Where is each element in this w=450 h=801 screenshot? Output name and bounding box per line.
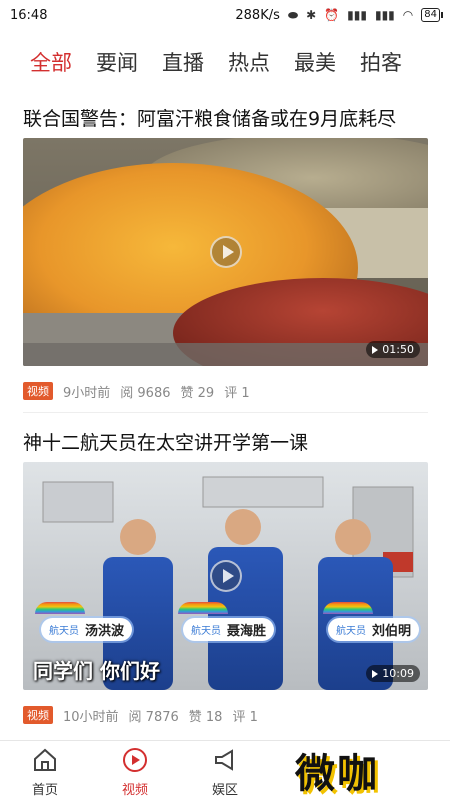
nav-video[interactable]: 视频 <box>105 747 165 798</box>
article-meta: 视频 10小时前 阅 7876 赞 18 评 1 <box>23 705 258 725</box>
video-duration: 01:50 <box>366 341 420 358</box>
video-thumbnail[interactable]: 航天员 汤洪波 航天员 聂海胜 航天员 刘伯明 同学们 你们好 10:09 <box>23 462 428 690</box>
time-ago: 9小时前 <box>63 385 111 401</box>
nav-entertainment[interactable]: 娱区 <box>195 747 255 798</box>
signal-icon: ▮▮▮ <box>347 8 367 22</box>
rainbow-graphic <box>178 602 228 614</box>
comment-count: 评 1 <box>232 709 258 725</box>
name-caption: 航天员 汤洪波 <box>41 618 133 641</box>
play-button[interactable] <box>210 560 242 592</box>
tab-all[interactable]: 全部 <box>30 47 72 77</box>
video-badge: 视频 <box>23 382 53 400</box>
tab-reporter[interactable]: 拍客 <box>360 47 402 77</box>
bluetooth-icon: ✱ <box>306 8 317 22</box>
article-title[interactable]: 神十二航天员在太空讲开学第一课 <box>23 428 308 455</box>
status-bar: 16:48 288K/s ⬬ ✱ ⏰ ▮▮▮ ▮▮▮ ◠ 84 <box>0 0 450 30</box>
megaphone-icon <box>215 749 233 771</box>
play-small-icon <box>372 669 379 678</box>
status-time: 16:48 <box>10 7 48 23</box>
home-icon <box>34 748 56 771</box>
rainbow-graphic <box>35 602 85 614</box>
name-caption: 航天员 刘伯明 <box>328 618 420 641</box>
toggle-icon: ⬬ <box>287 7 299 22</box>
tab-news[interactable]: 要闻 <box>96 47 138 77</box>
video-thumbnail[interactable]: 01:50 <box>23 138 428 366</box>
tab-live[interactable]: 直播 <box>162 47 204 77</box>
play-circle-icon <box>123 748 147 772</box>
comment-count: 评 1 <box>224 385 250 401</box>
article-meta: 视频 9小时前 阅 9686 赞 29 评 1 <box>23 381 250 401</box>
view-count: 阅 7876 <box>128 709 179 725</box>
play-small-icon <box>372 345 379 354</box>
time-ago: 10小时前 <box>63 709 119 725</box>
duration-text: 01:50 <box>382 343 414 356</box>
alarm-icon: ⏰ <box>324 8 340 22</box>
status-indicators: 288K/s ⬬ ✱ ⏰ ▮▮▮ ▮▮▮ ◠ 84 <box>235 7 443 23</box>
video-badge: 视频 <box>23 706 53 724</box>
battery-indicator: 84 <box>421 8 443 22</box>
article-title[interactable]: 联合国警告：阿富汗粮食储备或在9月底耗尽 <box>23 104 396 131</box>
watermark-logo: 微咖 <box>295 748 450 800</box>
video-duration: 10:09 <box>366 665 420 682</box>
nav-home[interactable]: 首页 <box>15 747 75 798</box>
tab-hot[interactable]: 热点 <box>228 47 270 77</box>
divider <box>23 412 428 413</box>
name-caption: 航天员 聂海胜 <box>183 618 275 641</box>
signal-2-icon: ▮▮▮ <box>374 8 395 22</box>
network-speed: 288K/s <box>235 7 280 23</box>
like-count: 赞 29 <box>180 385 215 401</box>
category-tabs: 全部 要闻 直播 热点 最美 拍客 <box>0 36 450 88</box>
wifi-icon: ◠ <box>402 8 414 22</box>
like-count: 赞 18 <box>188 709 223 725</box>
play-button[interactable] <box>210 236 242 268</box>
rainbow-graphic <box>323 602 373 614</box>
view-count: 阅 9686 <box>120 385 171 401</box>
tab-best[interactable]: 最美 <box>294 47 336 77</box>
video-subtitle: 同学们 你们好 <box>33 659 160 683</box>
duration-text: 10:09 <box>382 667 414 680</box>
